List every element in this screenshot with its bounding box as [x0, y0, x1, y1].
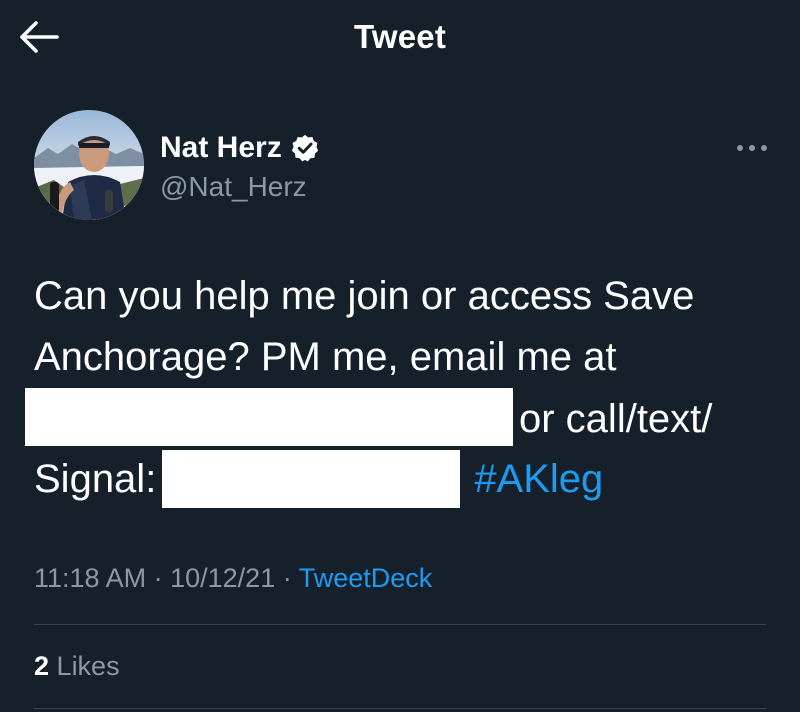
- hashtag-link[interactable]: #AKleg: [474, 457, 603, 501]
- tweet-text-segment: Signal:: [34, 457, 157, 501]
- tweet-line: Anchorage? PM me, email me at: [34, 335, 617, 379]
- tweet-text: Can you help me join or access Save Anch…: [25, 266, 774, 510]
- tweet-time[interactable]: 11:18 AM: [34, 563, 146, 593]
- verified-badge-icon: [290, 133, 320, 163]
- author-handle[interactable]: @Nat_Herz: [160, 170, 307, 204]
- top-bar: Tweet: [0, 0, 800, 80]
- avatar[interactable]: [34, 110, 144, 220]
- more-options-button[interactable]: [730, 134, 774, 164]
- tweet-date[interactable]: 10/12/21: [170, 563, 275, 593]
- tweet-metadata: 11:18 AM · 10/12/21 · TweetDeck: [34, 560, 432, 596]
- meta-separator: ·: [282, 563, 292, 593]
- redacted-email-block: [25, 388, 513, 446]
- tweet-line: Can you help me join or access Save: [34, 274, 695, 318]
- likes-stat[interactable]: 2 Likes: [34, 648, 120, 684]
- tweet-line: or call/text/: [25, 388, 774, 449]
- tweet-text-segment: or call/text/: [519, 397, 713, 441]
- author-display-name: Nat Herz: [160, 131, 282, 164]
- tweet-line: Signal: #AKleg: [34, 449, 774, 510]
- likes-label: Likes: [56, 651, 120, 681]
- tweet-source-link[interactable]: TweetDeck: [299, 563, 433, 593]
- redacted-phone-block: [162, 450, 461, 508]
- meta-separator: ·: [153, 563, 163, 593]
- likes-count: 2: [34, 651, 50, 681]
- author-name-row[interactable]: Nat Herz: [160, 130, 320, 166]
- page-title: Tweet: [353, 18, 447, 55]
- divider: [34, 624, 766, 625]
- tweet-author: Nat Herz @Nat_Herz: [34, 110, 774, 222]
- divider: [34, 708, 766, 709]
- more-horizontal-icon: [735, 140, 769, 158]
